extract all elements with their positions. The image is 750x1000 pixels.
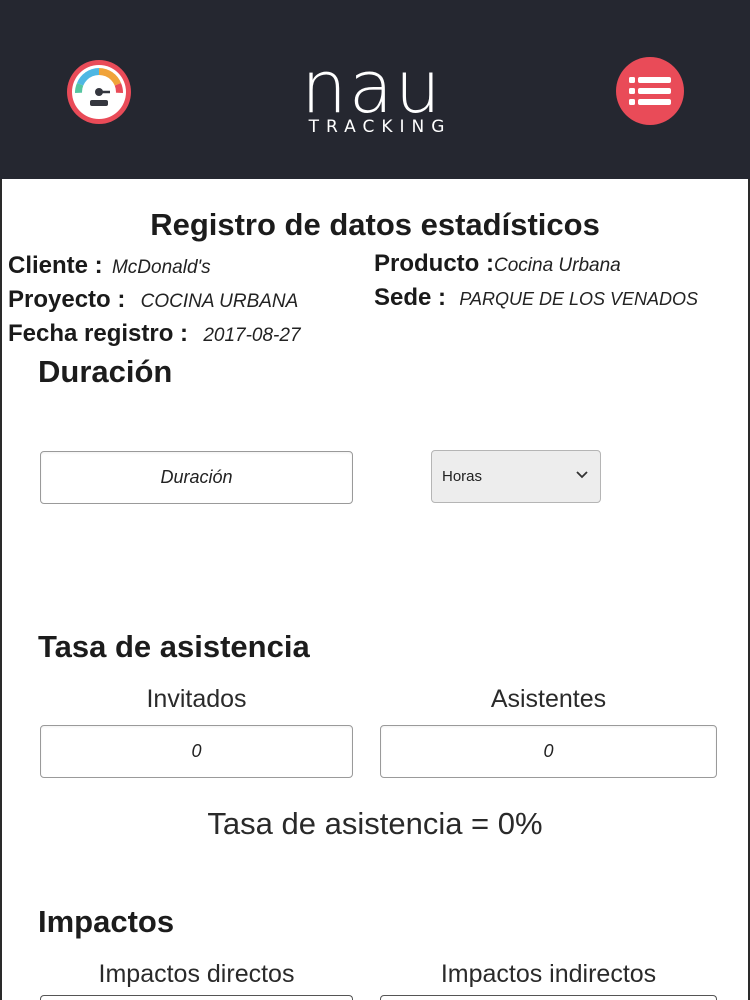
- page-title: Registro de datos estadísticos: [150, 207, 600, 242]
- list-icon[interactable]: [616, 57, 684, 125]
- sede-value: PARQUE DE LOS VENADOS: [459, 289, 699, 309]
- fecha-row: Fecha registro : 2017-08-27: [8, 322, 301, 348]
- duracion-unit-value: Horas: [442, 468, 483, 485]
- cliente-row: Cliente : McDonald's: [8, 254, 211, 280]
- duracion-unit-select[interactable]: Horas: [431, 450, 601, 503]
- cliente-label: Cliente :: [8, 252, 103, 279]
- impactos-directos-label: Impactos directos: [98, 960, 295, 988]
- duracion-input[interactable]: [40, 451, 353, 504]
- speedometer-icon[interactable]: [66, 59, 132, 125]
- left-border: [0, 179, 2, 1000]
- nau-tracking-logo: nau TRACKING: [270, 51, 480, 144]
- impactos-indirectos-input[interactable]: [380, 995, 717, 1000]
- duracion-heading: Duración: [38, 354, 173, 389]
- invitados-label: Invitados: [146, 685, 247, 713]
- asistencia-heading: Tasa de asistencia: [38, 629, 310, 664]
- invitados-input[interactable]: [40, 725, 353, 778]
- attendance-rate: Tasa de asistencia = 0%: [207, 806, 543, 841]
- asistentes-input[interactable]: [380, 725, 717, 778]
- logo-word: nau: [301, 45, 443, 129]
- logo-subtitle: TRACKING: [308, 117, 452, 137]
- producto-value: Cocina Urbana: [494, 255, 621, 276]
- cliente-value: McDonald's: [111, 257, 211, 278]
- proyecto-label: Proyecto :: [8, 286, 126, 313]
- chevron-down-icon: [576, 471, 588, 479]
- sede-row: Sede : PARQUE DE LOS VENADOS: [374, 286, 698, 312]
- producto-row: Producto :Cocina Urbana: [374, 252, 621, 278]
- impactos-directos-input[interactable]: [40, 995, 353, 1000]
- impactos-heading: Impactos: [38, 904, 175, 939]
- fecha-label: Fecha registro :: [8, 320, 189, 347]
- proyecto-row: Proyecto : COCINA URBANA: [8, 288, 298, 314]
- sede-label: Sede :: [374, 284, 447, 311]
- proyecto-value: COCINA URBANA: [140, 291, 299, 312]
- producto-label: Producto :: [374, 250, 494, 277]
- fecha-value: 2017-08-27: [203, 325, 301, 346]
- app-page: nau TRACKING Registro de datos estadísti…: [0, 0, 750, 1000]
- top-header: nau TRACKING: [0, 0, 750, 179]
- asistentes-label: Asistentes: [490, 685, 607, 713]
- impactos-indirectos-label: Impactos indirectos: [440, 960, 657, 988]
